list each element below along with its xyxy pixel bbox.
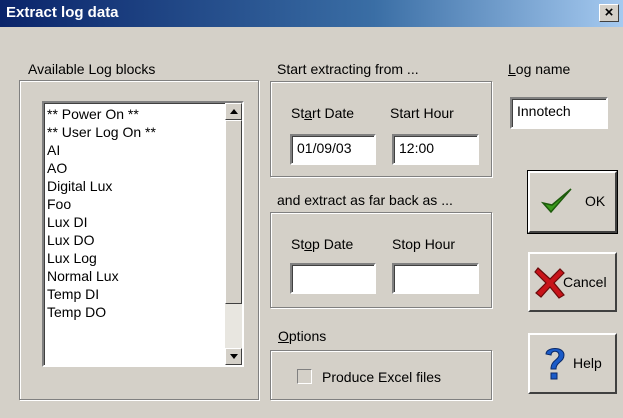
listbox-scrollbar[interactable] [225, 103, 242, 365]
checkmark-icon [540, 188, 572, 214]
stop-date-label: Stop Date [291, 236, 354, 252]
start-date-value: 01/09/03 [297, 140, 352, 156]
stop-date-input[interactable] [290, 263, 376, 294]
help-button[interactable]: Help [528, 333, 617, 394]
stop-hour-input[interactable] [392, 263, 479, 294]
cancel-label: Cancel [563, 274, 607, 290]
log-block-item[interactable]: Foo [47, 195, 156, 213]
start-hour-label: Start Hour [390, 105, 454, 121]
log-block-item[interactable]: AO [47, 159, 156, 177]
scroll-thumb[interactable] [225, 120, 242, 304]
start-hour-input[interactable]: 12:00 [392, 134, 479, 165]
log-block-item[interactable]: Lux DO [47, 231, 156, 249]
available-log-blocks-label: Available Log blocks [28, 61, 156, 77]
help-label: Help [573, 355, 602, 371]
ok-label: OK [585, 193, 606, 209]
log-block-item[interactable]: ** User Log On ** [47, 123, 156, 141]
log-blocks-listbox[interactable]: ** Power On ** ** User Log On ** AI AO Digit… [42, 101, 244, 367]
help-question-icon [545, 348, 565, 380]
close-button[interactable]: × [599, 4, 619, 22]
log-name-input[interactable]: Innotech [510, 97, 608, 129]
cancel-button[interactable]: Cancel [528, 252, 617, 312]
log-block-item[interactable]: Lux DI [47, 213, 156, 231]
arrow-down-icon [230, 354, 238, 359]
start-date-input[interactable]: 01/09/03 [290, 134, 376, 165]
start-hour-value: 12:00 [399, 140, 435, 156]
scroll-up-button[interactable] [225, 103, 242, 120]
title-bar[interactable]: Extract log data × [0, 0, 623, 27]
log-block-item[interactable]: Digital Lux [47, 177, 156, 195]
log-block-item[interactable]: Temp DI [47, 285, 156, 303]
extract-back-label: and extract as far back as ... [277, 192, 453, 208]
log-block-item[interactable]: AI [47, 141, 156, 159]
window-title: Extract log data [6, 4, 119, 21]
log-blocks-list: ** Power On ** ** User Log On ** AI AO Digit… [47, 105, 156, 321]
close-icon: × [604, 4, 614, 21]
arrow-up-icon [230, 109, 238, 114]
ok-button[interactable]: OK [527, 170, 618, 234]
log-block-item[interactable]: Lux Log [47, 249, 156, 267]
produce-excel-checkbox[interactable] [297, 369, 312, 384]
cancel-x-icon [534, 267, 565, 299]
log-name-value: Innotech [517, 103, 571, 119]
extract-log-dialog: Extract log data × Available Log blocks … [0, 0, 623, 418]
log-name-label: Log name [508, 61, 571, 77]
produce-excel-label[interactable]: Produce Excel files [322, 369, 441, 385]
stop-hour-label: Stop Hour [392, 236, 456, 252]
log-block-item[interactable]: ** Power On ** [47, 105, 156, 123]
log-block-item[interactable]: Normal Lux [47, 267, 156, 285]
scroll-down-button[interactable] [225, 348, 242, 365]
options-label: Options [278, 328, 327, 344]
start-date-label: Start Date [291, 105, 355, 121]
start-extracting-label: Start extracting from ... [277, 61, 419, 77]
log-block-item[interactable]: Temp DO [47, 303, 156, 321]
